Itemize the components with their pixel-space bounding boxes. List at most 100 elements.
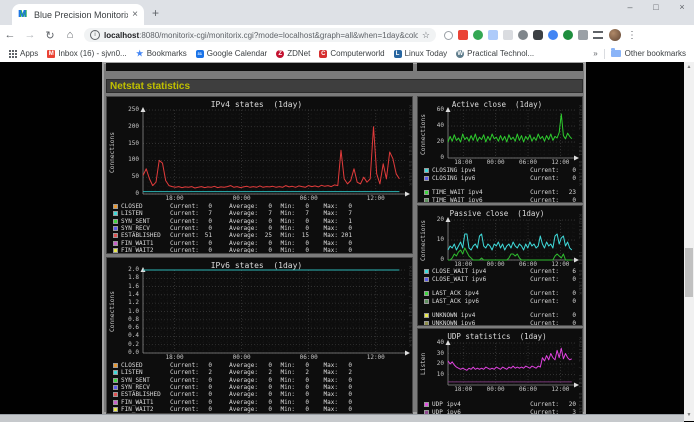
legend-row: FIN_WAIT1Current:0Average:0Min:0Max:0 [109, 239, 410, 246]
legend-swatch [113, 226, 118, 231]
legend-row: UNKNOWN ipv4Current:0 [420, 312, 576, 319]
legend-row: CLOSE_WAIT ipv4Current:6 [420, 268, 576, 275]
bookmark-computerworld[interactable]: C Computerworld [319, 49, 384, 58]
dark-extension-icon[interactable] [533, 30, 543, 40]
window-close-button[interactable]: × [676, 2, 688, 12]
copy-pages-extension-icon[interactable] [488, 30, 498, 40]
previous-graph-edge-right [417, 63, 583, 71]
legend-row: SYN_SENTCurrent:0Average:0Min:0Max:0 [109, 377, 410, 384]
series-udp-ipv4 [448, 348, 572, 370]
reload-icon[interactable]: ↻ [40, 29, 60, 42]
x-tick-label: 18:00 [166, 196, 184, 202]
zdnet-icon: Z [276, 50, 284, 58]
chrome-menu-icon[interactable]: ⋮ [627, 30, 637, 41]
legend-swatch [424, 402, 429, 407]
tab-list-icon[interactable] [593, 31, 603, 39]
legend-row: FIN_WAIT2Current:0Average:0Min:0Max:0 [109, 247, 410, 254]
apps-grid-icon [9, 50, 17, 58]
back-icon[interactable]: ← [0, 29, 20, 41]
url-host: localhost [104, 31, 139, 40]
browser-tab[interactable]: M Blue Precision Monitorix × [12, 4, 144, 25]
y-tick-label: 20 [418, 361, 444, 367]
legend-row: SYN_RECVCurrent:0Average:0Min:0Max:0 [109, 384, 410, 391]
tab-close-icon[interactable]: × [132, 9, 138, 20]
legend-swatch [113, 370, 118, 375]
x-tick-label: 00:00 [233, 196, 251, 202]
profile-avatar[interactable] [609, 29, 621, 41]
scrollbar-thumb[interactable] [685, 248, 693, 297]
y-tick-label: 0.8 [107, 317, 139, 323]
legend-swatch [424, 291, 429, 296]
x-tick-label: 12:00 [551, 387, 569, 393]
chart-panel-passive-close[interactable]: Passive close (1day)Connections0102018:0… [417, 205, 583, 326]
window-minimize-button[interactable]: – [624, 2, 636, 12]
url-bar[interactable]: i localhost:8080/monitorix-cgi/monitorix… [84, 28, 436, 42]
site-info-icon[interactable]: i [90, 30, 100, 40]
legend-swatch [424, 277, 429, 282]
green-extension-icon[interactable] [563, 30, 573, 40]
apps-shortcut[interactable]: Apps [9, 49, 38, 58]
gmail-extension-icon[interactable] [458, 30, 468, 40]
legend-row: LAST_ACK ipv6Current:0 [420, 298, 576, 305]
evernote-extension-icon[interactable] [473, 30, 483, 40]
linux-today-icon: L [394, 50, 402, 58]
y-tick-label: 40 [418, 340, 444, 346]
scrollbar-down-icon[interactable]: ▼ [684, 410, 694, 421]
bookmarks-divider [604, 49, 605, 59]
chart-panel-udp-statistics[interactable]: UDP statistics (1day)Listen1020304018:00… [417, 328, 583, 421]
bookmark-star-icon[interactable]: ☆ [422, 30, 430, 41]
y-tick-label: 250 [107, 107, 139, 113]
search-extension-icon[interactable] [444, 31, 453, 40]
legend-swatch [113, 385, 118, 390]
series-established [143, 127, 399, 188]
bookmark-inbox[interactable]: M Inbox (16) - sjvn0... [47, 49, 126, 58]
bookmark-linux-today[interactable]: L Linux Today [394, 49, 448, 58]
forward-icon[interactable]: → [20, 29, 40, 41]
eye-extension-icon[interactable] [518, 30, 528, 40]
legend-swatch [424, 168, 429, 173]
bookmark-zdnet[interactable]: Z ZDNet [276, 49, 310, 58]
legend-swatch [113, 407, 118, 412]
apps-label: Apps [20, 49, 38, 58]
y-tick-label: 20 [418, 139, 444, 145]
section-header: Netstat statistics [106, 79, 583, 93]
y-tick-label: 50 [107, 174, 139, 180]
scrollbar-track[interactable] [684, 62, 694, 421]
rrdtool-watermark: RRDTOOL / TOBI OETIKER [577, 337, 582, 419]
legend-swatch [113, 400, 118, 405]
bookmarks-overflow-icon[interactable]: » [593, 49, 597, 58]
legend-row: SYN_SENTCurrent:0Average:0Min:0Max:1 [109, 218, 410, 225]
extensions-puzzle-icon[interactable] [578, 30, 588, 40]
bookmarks-bar: Apps M Inbox (16) - sjvn0... ★ Bookmarks… [0, 45, 694, 63]
legend-row: LAST_ACK ipv4Current:0 [420, 290, 576, 297]
y-tick-label: 150 [107, 141, 139, 147]
chart-legend: CLOSEDCurrent:0Average:0Min:0Max:0LISTEN… [109, 362, 410, 413]
legend-swatch [424, 321, 429, 326]
bookmark-practical-technology[interactable]: W Practical Technol... [456, 49, 534, 58]
scrollbar-up-icon[interactable]: ▲ [684, 62, 694, 73]
y-tick-label: 1.4 [107, 292, 139, 298]
other-bookmarks-button[interactable]: Other bookmarks [611, 49, 686, 58]
chart-panel-ipv4-states[interactable]: IPv4 states (1day)Connections05010015020… [106, 96, 413, 254]
gray-extension-icon[interactable] [503, 30, 513, 40]
x-tick-label: 12:00 [551, 160, 569, 166]
legend-swatch [424, 176, 429, 181]
chart-panel-ipv6-states[interactable]: IPv6 states (1day)Connections0.00.20.40.… [106, 257, 413, 414]
legend-row: ESTABLISHEDCurrent:0Average:0Min:0Max:0 [109, 391, 410, 398]
x-tick-label: 18:00 [166, 355, 184, 361]
legend-row: FIN_WAIT1Current:0Average:0Min:0Max:0 [109, 398, 410, 405]
new-tab-button[interactable]: + [152, 6, 159, 20]
legend-swatch [113, 241, 118, 246]
legend-row: FIN_WAIT2Current:0Average:0Min:0Max:0 [109, 406, 410, 413]
legend-row: TIME_WAIT ipv6Current:0 [420, 197, 576, 203]
legend-row: TIME_WAIT ipv4Current:23 [420, 189, 576, 196]
y-tick-label: 0 [107, 191, 139, 197]
bookmark-google-calendar[interactable]: 31 Google Calendar [196, 49, 267, 58]
window-maximize-button[interactable]: □ [650, 2, 662, 12]
blue-extension-icon[interactable] [548, 30, 558, 40]
home-icon[interactable]: ⌂ [60, 29, 80, 41]
computerworld-icon: C [319, 50, 327, 58]
bookmark-bookmarks[interactable]: ★ Bookmarks [136, 49, 187, 58]
legend-row: ESTABLISHEDCurrent:51Average:25Min:15Max… [109, 232, 410, 239]
chart-panel-active-close[interactable]: Active close (1day)Connections020406018:… [417, 96, 583, 203]
